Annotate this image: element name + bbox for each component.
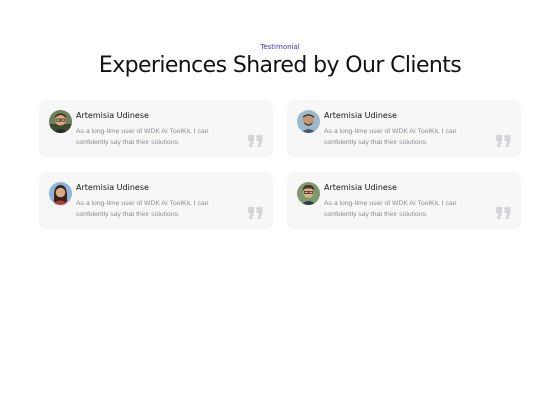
client-name: Artemisia Udinese (324, 183, 397, 192)
quote-mark-icon (496, 207, 511, 219)
testimonial-section: Testimonial Experiences Shared by Our Cl… (0, 0, 560, 400)
section-title: Experiences Shared by Our Clients (98, 53, 462, 78)
client-name: Artemisia Udinese (76, 183, 149, 192)
client-name: Artemisia Udinese (76, 111, 149, 120)
avatar (297, 110, 320, 133)
testimonial-text: As a long-time user of WDK AI ToolKit, I… (324, 128, 457, 146)
testimonial-text: As a long-time user of WDK AI ToolKit, I… (76, 200, 209, 218)
avatar (49, 110, 72, 133)
client-name: Artemisia Udinese (324, 111, 397, 120)
avatar (297, 182, 320, 205)
quote-mark-icon (496, 135, 511, 147)
quote-mark-icon (248, 135, 263, 147)
section-eyebrow: Testimonial (260, 43, 300, 51)
testimonial-card: Artemisia Udinese As a long-time user of… (39, 172, 273, 230)
avatar (49, 182, 72, 205)
quote-mark-icon (248, 207, 263, 219)
testimonial-card: Artemisia Udinese As a long-time user of… (39, 100, 273, 158)
testimonial-text: As a long-time user of WDK AI ToolKit, I… (324, 200, 457, 218)
testimonial-card: Artemisia Udinese As a long-time user of… (287, 172, 521, 230)
testimonial-card: Artemisia Udinese As a long-time user of… (287, 100, 521, 158)
testimonial-text: As a long-time user of WDK AI ToolKit, I… (76, 128, 209, 146)
